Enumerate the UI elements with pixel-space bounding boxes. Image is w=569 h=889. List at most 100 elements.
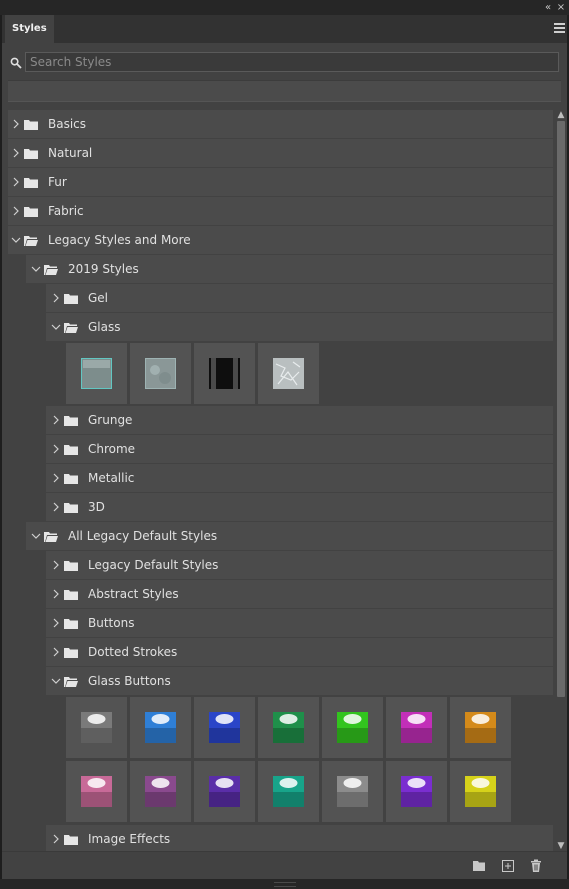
folder-icon — [64, 835, 78, 845]
chevron-right-icon[interactable] — [51, 435, 61, 463]
group-fur[interactable]: Fur — [8, 168, 553, 197]
chevron-down-icon[interactable] — [31, 255, 41, 283]
chevron-right-icon[interactable] — [11, 168, 21, 196]
glass-button-swatch[interactable] — [386, 697, 447, 758]
group-legacy-default-styles[interactable]: Legacy Default Styles — [46, 551, 553, 580]
group-metallic[interactable]: Metallic — [46, 464, 553, 493]
group-label: 2019 Styles — [68, 262, 139, 276]
folder-open-icon — [64, 677, 78, 687]
search-input[interactable] — [25, 52, 559, 72]
style-swatch-frosted-teal[interactable] — [66, 343, 127, 404]
glass-button-swatch[interactable] — [130, 697, 191, 758]
group-dotted-strokes[interactable]: Dotted Strokes — [46, 638, 553, 667]
group-glass[interactable]: Glass — [46, 313, 553, 342]
chevron-down-icon[interactable] — [31, 522, 41, 550]
glass-button-swatch[interactable] — [258, 761, 319, 822]
search-icon — [10, 57, 22, 69]
folder-icon — [24, 178, 38, 188]
group-fabric[interactable]: Fabric — [8, 197, 553, 226]
resize-grip[interactable] — [274, 882, 296, 887]
glass-button-preview — [401, 712, 432, 743]
style-swatch-dark-glass[interactable] — [194, 343, 255, 404]
glass-button-swatch[interactable] — [450, 761, 511, 822]
panel-footer — [2, 851, 567, 880]
chevron-right-icon[interactable] — [51, 493, 61, 521]
group-all-legacy-default-styles[interactable]: All Legacy Default Styles — [26, 522, 553, 551]
panel-tabbar: Styles — [2, 15, 567, 43]
glass-style-grid — [66, 343, 553, 405]
new-style-button[interactable] — [500, 858, 516, 874]
folder-icon — [64, 445, 78, 455]
styles-panel: Basics Natural Fur Fabric Legacy Styles … — [2, 43, 567, 880]
glass-button-preview — [401, 776, 432, 807]
group-3d[interactable]: 3D — [46, 493, 553, 522]
folder-icon — [24, 149, 38, 159]
group-grunge[interactable]: Grunge — [46, 406, 553, 435]
glass-button-preview — [145, 776, 176, 807]
chevron-right-icon[interactable] — [11, 110, 21, 138]
group-abstract-styles[interactable]: Abstract Styles — [46, 580, 553, 609]
group-natural[interactable]: Natural — [8, 139, 553, 168]
group-buttons[interactable]: Buttons — [46, 609, 553, 638]
group-basics[interactable]: Basics — [8, 110, 553, 139]
glass-button-swatch[interactable] — [386, 761, 447, 822]
glass-style-preview — [81, 358, 112, 389]
chevron-right-icon[interactable] — [51, 406, 61, 434]
chevron-right-icon[interactable] — [11, 139, 21, 167]
chevron-right-icon[interactable] — [51, 638, 61, 666]
glass-button-swatch[interactable] — [66, 761, 127, 822]
new-group-button[interactable] — [471, 858, 487, 874]
glass-buttons-grid — [66, 697, 553, 824]
glass-button-swatch[interactable] — [194, 697, 255, 758]
glass-button-preview — [145, 712, 176, 743]
chevron-down-icon[interactable] — [51, 667, 61, 695]
style-swatch-frosted-grey[interactable] — [130, 343, 191, 404]
group-image-effects[interactable]: Image Effects — [46, 825, 553, 851]
folder-icon — [64, 561, 78, 571]
scroll-down-arrow-icon[interactable]: ▼ — [555, 841, 567, 851]
scrollbar-thumb[interactable] — [557, 121, 565, 697]
glass-button-swatch[interactable] — [322, 761, 383, 822]
folder-icon — [24, 207, 38, 217]
collapse-panels-button[interactable]: « — [539, 0, 555, 15]
group-2019-styles[interactable]: 2019 Styles — [26, 255, 553, 284]
group-legacy-styles-and-more[interactable]: Legacy Styles and More — [8, 226, 553, 255]
style-swatch-crinkled-glass[interactable] — [258, 343, 319, 404]
vertical-scrollbar[interactable]: ▲ ▼ — [555, 110, 567, 851]
chevron-right-icon[interactable] — [51, 551, 61, 579]
delete-style-button[interactable] — [528, 858, 544, 874]
chevron-right-icon[interactable] — [51, 580, 61, 608]
folder-icon — [64, 590, 78, 600]
chevron-right-icon[interactable] — [51, 284, 61, 312]
chevron-right-icon[interactable] — [51, 609, 61, 637]
glass-button-preview — [209, 776, 240, 807]
chevron-right-icon[interactable] — [51, 825, 61, 851]
group-chrome[interactable]: Chrome — [46, 435, 553, 464]
folder-icon — [64, 294, 78, 304]
glass-button-preview — [337, 776, 368, 807]
panel-menu-icon[interactable] — [554, 23, 565, 34]
glass-button-swatch[interactable] — [66, 697, 127, 758]
glass-button-swatch[interactable] — [194, 761, 255, 822]
glass-button-swatch[interactable] — [258, 697, 319, 758]
glass-button-preview — [81, 712, 112, 743]
folder-icon — [64, 474, 78, 484]
group-label: Dotted Strokes — [88, 645, 178, 659]
group-label: Gel — [88, 291, 109, 305]
folder-icon — [64, 648, 78, 658]
chevron-right-icon[interactable] — [11, 197, 21, 225]
glass-button-preview — [273, 776, 304, 807]
group-gel[interactable]: Gel — [46, 284, 553, 313]
scroll-up-arrow-icon[interactable]: ▲ — [555, 110, 567, 120]
group-label: Chrome — [88, 442, 136, 456]
glass-button-swatch[interactable] — [450, 697, 511, 758]
chevron-right-icon[interactable] — [51, 464, 61, 492]
chevron-down-icon[interactable] — [11, 226, 21, 254]
glass-button-swatch[interactable] — [322, 697, 383, 758]
chevron-down-icon[interactable] — [51, 313, 61, 341]
group-glass-buttons[interactable]: Glass Buttons — [46, 667, 553, 696]
close-panel-button[interactable]: × — [555, 0, 567, 15]
tab-styles[interactable]: Styles — [5, 15, 54, 43]
glass-button-preview — [337, 712, 368, 743]
glass-button-swatch[interactable] — [130, 761, 191, 822]
